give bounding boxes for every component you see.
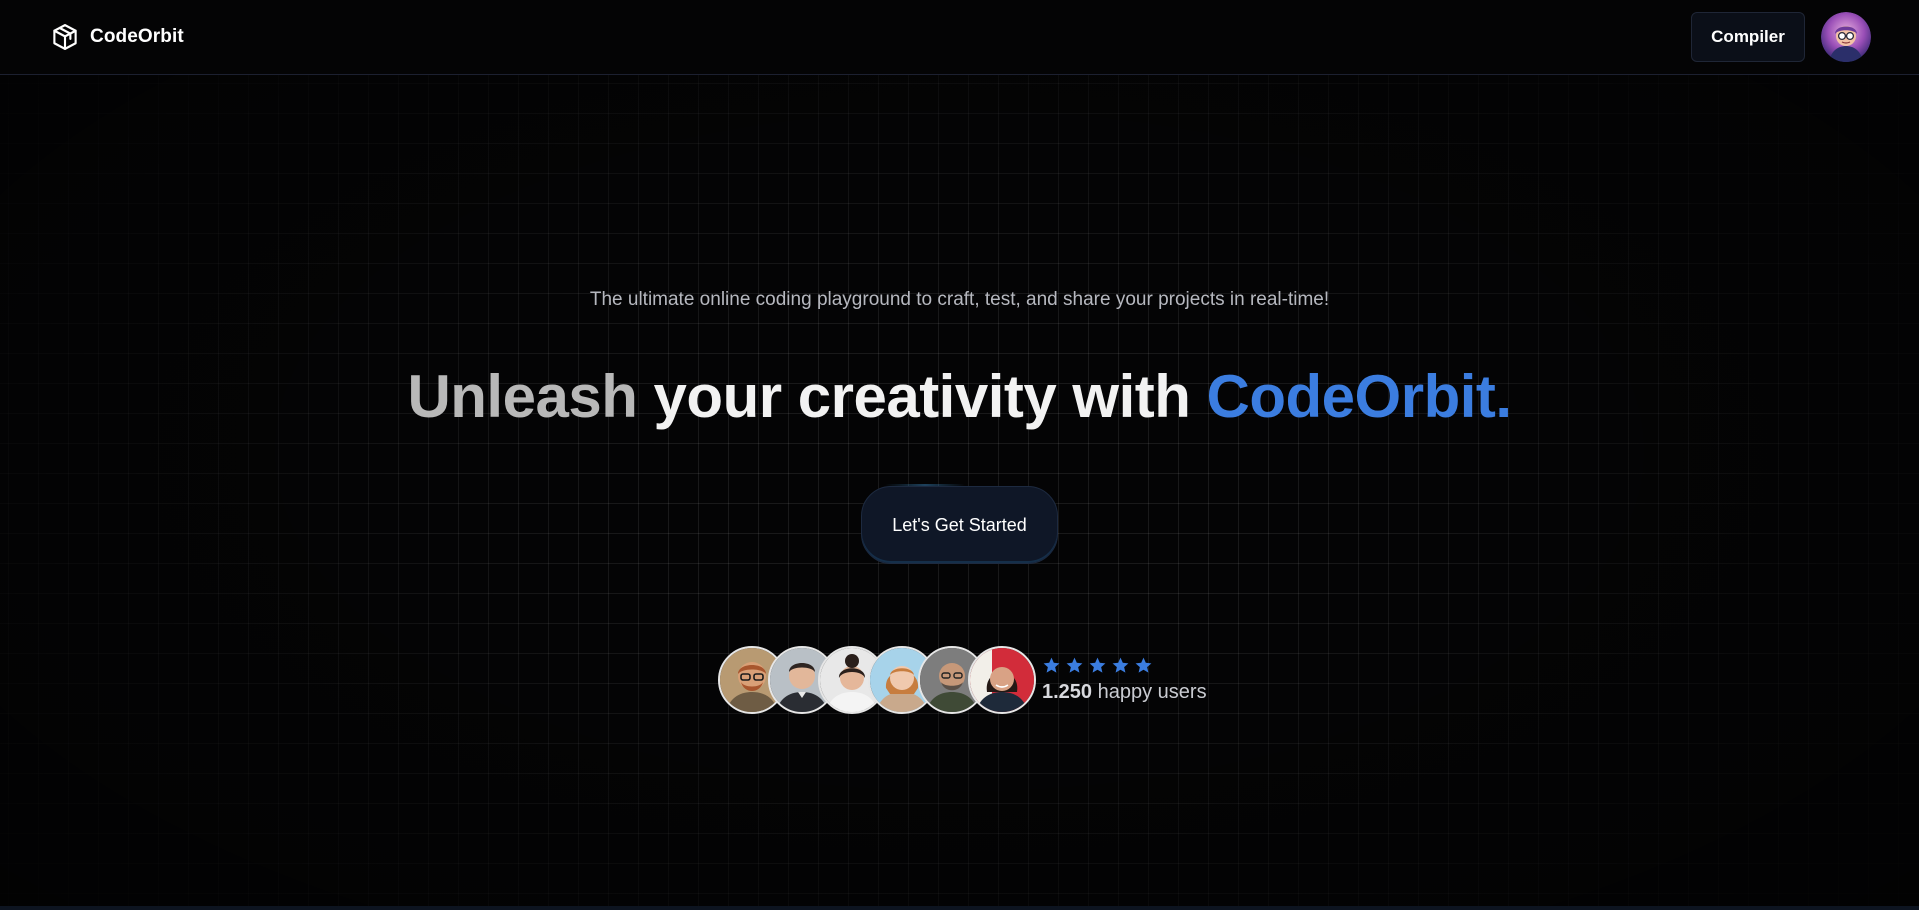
hero-headline: Unleash your creativity with CodeOrbit. [0, 362, 1919, 431]
headline-word-unleash: Unleash [407, 363, 638, 430]
star-icon [1112, 657, 1129, 673]
cube-icon [50, 22, 80, 52]
social-proof: 1.250 happy users [718, 644, 1207, 716]
bottom-edge [0, 906, 1919, 910]
user-face-6 [968, 646, 1036, 714]
profile-avatar-button[interactable] [1821, 12, 1871, 62]
happy-users-text: 1.250 happy users [1042, 681, 1207, 704]
star-icon [1043, 657, 1060, 673]
compiler-button[interactable]: Compiler [1691, 12, 1805, 62]
star-rating [1042, 656, 1207, 675]
get-started-button[interactable]: Let's Get Started [861, 486, 1058, 564]
brand-name: CodeOrbit [90, 26, 184, 47]
user-count: 1.250 [1042, 681, 1093, 703]
brand-logo-link[interactable]: CodeOrbit [50, 22, 184, 52]
landing-page: CodeOrbit Compiler The ultimate online c… [0, 0, 1919, 910]
headline-text: your creativity with [653, 363, 1191, 430]
star-icon [1089, 657, 1106, 673]
star-icon [1066, 657, 1083, 673]
user-avatar-stack [718, 646, 1036, 714]
hero-subtitle: The ultimate online coding playground to… [589, 289, 1330, 310]
user-avatar [1821, 12, 1871, 62]
headline-brand: CodeOrbit. [1206, 363, 1513, 430]
top-navbar: CodeOrbit Compiler [0, 0, 1919, 75]
user-count-suffix: happy users [1097, 681, 1207, 703]
rating-block: 1.250 happy users [1042, 656, 1207, 704]
star-icon [1135, 657, 1152, 673]
